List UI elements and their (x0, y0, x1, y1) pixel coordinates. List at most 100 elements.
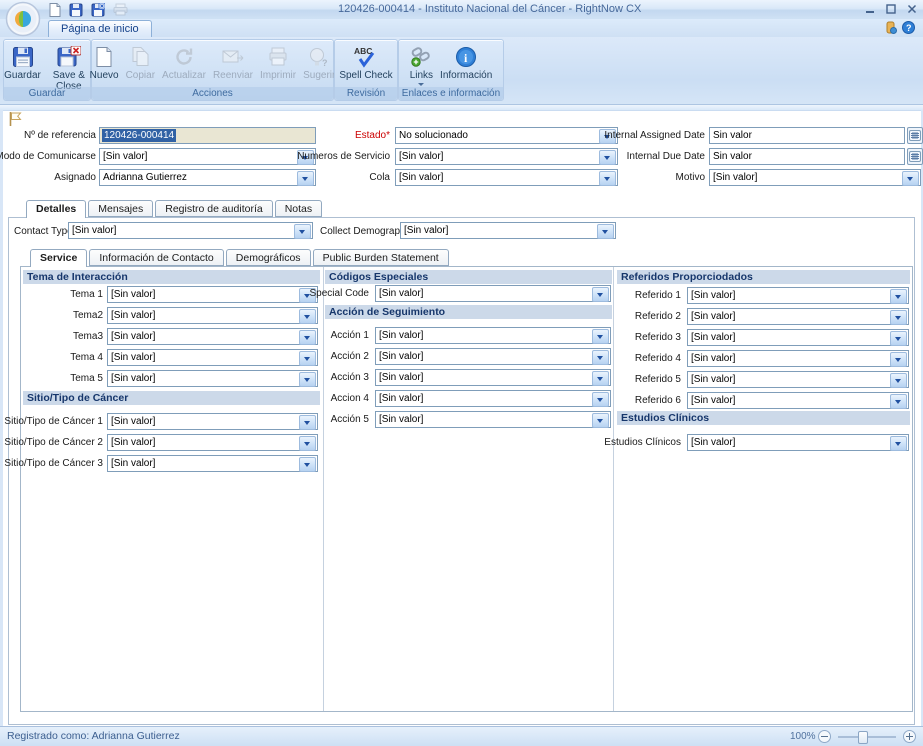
close-button[interactable] (905, 2, 918, 15)
modo-comunicarse-select[interactable]: [Sin valor] (99, 148, 316, 165)
tema-2-select[interactable]: [Sin valor] (107, 307, 318, 324)
maximize-button[interactable] (884, 2, 897, 15)
dropdown-arrow-icon[interactable] (599, 150, 616, 165)
internal-due-date-field[interactable]: Sin valor (709, 148, 905, 165)
dropdown-arrow-icon[interactable] (299, 351, 316, 366)
dropdown-arrow-icon[interactable] (890, 331, 907, 346)
dropdown-arrow-icon[interactable] (592, 392, 609, 407)
dropdown-arrow-icon[interactable] (890, 373, 907, 388)
tab-detalles[interactable]: Detalles (26, 200, 86, 218)
sitio-tipo-cancer-2-select[interactable]: [Sin valor] (107, 434, 318, 451)
numeros-servicio-select[interactable]: [Sin valor] (395, 148, 618, 165)
quick-save-as-icon[interactable] (90, 2, 106, 17)
minimize-button[interactable] (863, 2, 876, 15)
window-controls (863, 2, 918, 15)
dropdown-arrow-icon[interactable] (592, 413, 609, 428)
accion-4-label: Accion 4 (331, 393, 369, 404)
dropdown-arrow-icon[interactable] (592, 350, 609, 365)
estudios-clinicos-select[interactable]: [Sin valor] (687, 434, 909, 451)
dropdown-arrow-icon[interactable] (592, 371, 609, 386)
dropdown-arrow-icon[interactable] (299, 309, 316, 324)
sitio-tipo-cancer-3-select[interactable]: [Sin valor] (107, 455, 318, 472)
special-code-select[interactable]: [Sin valor] (375, 285, 611, 302)
quick-print-icon (112, 2, 128, 17)
contact-type-select[interactable]: [Sin valor] (68, 222, 313, 239)
dropdown-arrow-icon[interactable] (299, 436, 316, 451)
dropdown-arrow-icon[interactable] (890, 436, 907, 451)
dropdown-arrow-icon[interactable] (592, 329, 609, 344)
nuevo-button[interactable]: Nuevo (87, 43, 122, 82)
tab-pagina-de-inicio[interactable]: Página de inicio (48, 20, 152, 38)
referido-6-select[interactable]: [Sin valor] (687, 392, 909, 409)
internal-assigned-date-field[interactable]: Sin valor (709, 127, 905, 144)
tab-service[interactable]: Service (30, 249, 87, 267)
zoom-slider-handle[interactable] (858, 731, 868, 744)
tab-registro-de-auditoria[interactable]: Registro de auditoría (155, 200, 272, 217)
tab-demograficos[interactable]: Demográficos (226, 249, 311, 266)
asignado-select[interactable]: Adrianna Gutierrez (99, 169, 316, 186)
estado-select[interactable]: No solucionado (395, 127, 618, 144)
referido-1-select[interactable]: [Sin valor] (687, 287, 909, 304)
dropdown-arrow-icon[interactable] (297, 171, 314, 186)
reference-number-field[interactable]: 120426-000414 (99, 127, 316, 144)
dropdown-arrow-icon[interactable] (597, 224, 614, 239)
accion-1-select[interactable]: [Sin valor] (375, 327, 611, 344)
ribbon: Guardar Save & Close Guardar Nuevo (0, 37, 923, 105)
cola-select[interactable]: [Sin valor] (395, 169, 618, 186)
flag-icon[interactable] (8, 111, 23, 132)
quick-save-icon[interactable] (68, 2, 84, 17)
accion-3-select[interactable]: [Sin valor] (375, 369, 611, 386)
internal-assigned-date-calendar-button[interactable] (907, 127, 923, 144)
spell-check-button[interactable]: ABC Spell Check (336, 43, 395, 82)
copy-icon (129, 44, 151, 69)
dropdown-arrow-icon[interactable] (299, 372, 316, 387)
zoom-out-button[interactable] (818, 730, 831, 743)
referido-5-select[interactable]: [Sin valor] (687, 371, 909, 388)
save-and-close-button[interactable]: Save & Close (45, 43, 93, 93)
section-header-referidos: Referidos Proporciodados (617, 270, 910, 284)
tema-4-select[interactable]: [Sin valor] (107, 349, 318, 366)
dropdown-arrow-icon[interactable] (599, 171, 616, 186)
accion-2-select[interactable]: [Sin valor] (375, 348, 611, 365)
imprimir-button: Imprimir (257, 43, 299, 82)
application-menu-button[interactable] (5, 1, 41, 37)
zoom-in-button[interactable] (903, 730, 916, 743)
referido-5-label: Referido 5 (635, 374, 681, 385)
dropdown-arrow-icon[interactable] (299, 457, 316, 472)
reference-label: Nº de referencia (24, 130, 96, 141)
dropdown-arrow-icon[interactable] (294, 224, 311, 239)
quick-new-document-icon[interactable] (46, 2, 62, 17)
dropdown-arrow-icon[interactable] (299, 415, 316, 430)
accion-4-select[interactable]: [Sin valor] (375, 390, 611, 407)
accion-5-select[interactable]: [Sin valor] (375, 411, 611, 428)
dropdown-arrow-icon[interactable] (592, 287, 609, 302)
tab-notas[interactable]: Notas (275, 200, 322, 217)
tema-5-select[interactable]: [Sin valor] (107, 370, 318, 387)
links-button[interactable]: Links (407, 43, 436, 87)
sitio-tipo-cancer-1-select[interactable]: [Sin valor] (107, 413, 318, 430)
dropdown-arrow-icon[interactable] (299, 330, 316, 345)
dropdown-arrow-icon[interactable] (890, 289, 907, 304)
guardar-button[interactable]: Guardar (1, 43, 44, 82)
dropdown-arrow-icon[interactable] (890, 394, 907, 409)
referido-2-select[interactable]: [Sin valor] (687, 308, 909, 325)
tab-informacion-de-contacto[interactable]: Información de Contacto (89, 249, 223, 266)
record-tabs: Detalles Mensajes Registro de auditoría … (26, 200, 322, 218)
motivo-select[interactable]: [Sin valor] (709, 169, 921, 186)
dropdown-arrow-icon[interactable] (902, 171, 919, 186)
internal-due-date-calendar-button[interactable] (907, 148, 923, 165)
accion-2-label: Acción 2 (331, 351, 369, 362)
dropdown-arrow-icon[interactable] (890, 352, 907, 367)
tema-1-select[interactable]: [Sin valor] (107, 286, 318, 303)
application-window: 120426-000414 - Instituto Nacional del C… (0, 0, 923, 746)
tab-mensajes[interactable]: Mensajes (88, 200, 153, 217)
informacion-button[interactable]: i Información (437, 43, 495, 82)
referido-4-select[interactable]: [Sin valor] (687, 350, 909, 367)
collect-demographics-select[interactable]: [Sin valor] (400, 222, 616, 239)
dropdown-arrow-icon[interactable] (890, 310, 907, 325)
sugerir-button: ? Sugerir (300, 43, 338, 82)
tab-public-burden-statement[interactable]: Public Burden Statement (313, 249, 449, 266)
tema-5-label: Tema 5 (70, 373, 103, 384)
tema-3-select[interactable]: [Sin valor] (107, 328, 318, 345)
referido-3-select[interactable]: [Sin valor] (687, 329, 909, 346)
